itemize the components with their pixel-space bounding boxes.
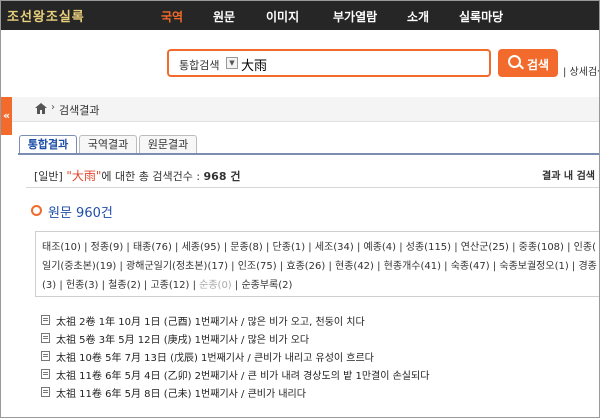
summary-category: [일반] — [34, 170, 63, 183]
result-link[interactable]: 太祖 10卷 5年 7月 13日 (戊辰) 1번째기사 / 큰비가 내리고 유성… — [56, 349, 374, 364]
home-icon[interactable] — [35, 103, 47, 114]
king-filter-box: 태조(10) | 정종(9) | 태종(76) | 세종(95) | 문종(8)… — [35, 231, 599, 297]
king-filter-row[interactable]: 태조(10) | 정종(9) | 태종(76) | 세종(95) | 문종(8)… — [42, 238, 596, 253]
nav-item-image[interactable]: 이미지 — [266, 8, 299, 25]
nav-item-sillok-madang[interactable]: 실록마당 — [459, 8, 503, 25]
document-icon — [41, 315, 50, 325]
search-icon — [508, 55, 521, 68]
search-scope-select[interactable]: 통합검색 — [179, 57, 219, 73]
summary-keyword: "大雨" — [66, 169, 102, 183]
detail-search-link[interactable]: | 상세검색 — [563, 63, 599, 78]
document-icon — [41, 351, 50, 361]
search-button-label: 검색 — [527, 58, 550, 72]
nav-item-translation[interactable]: 국역 — [161, 8, 183, 25]
result-link[interactable]: 太祖 11卷 6年 5月 4日 (乙卯) 2번째기사 / 큰 비가 내려 경상도… — [56, 367, 429, 382]
tabs-divider — [18, 153, 599, 155]
result-link[interactable]: 太祖 5卷 3年 5月 12日 (庚戌) 1번째기사 / 많은 비가 오다 — [56, 331, 309, 346]
chevron-right-icon: › — [51, 102, 55, 113]
section-title: 원문 960건 — [31, 202, 113, 221]
site-logo[interactable]: 조선왕조실록 — [7, 6, 85, 25]
tab-original-results[interactable]: 원문결과 — [139, 135, 197, 154]
document-icon — [41, 369, 50, 379]
section-title-text: 원문 960건 — [48, 206, 113, 221]
result-link[interactable]: 太祖 2卷 1年 10月 1日 (己酉) 1번째기사 / 많은 비가 오고, 천… — [56, 313, 365, 328]
document-icon — [41, 333, 50, 343]
breadcrumb-current: 검색결과 — [59, 104, 100, 117]
result-link[interactable]: 太祖 11卷 6年 5月 8日 (己未) 1번째기사 / 큰비가 내리다 — [56, 385, 306, 400]
king-filter-row[interactable]: 일기(중초본)(19) | 광해군일기(정초본)(17) | 인조(75) | … — [42, 257, 597, 272]
divider — [26, 187, 599, 188]
browser-frame: 조선왕조실록 국역 원문 이미지 부가열람 소개 실록마당 통합검색 ▼ 大雨 … — [0, 0, 600, 418]
summary-text: 에 대한 총 검색건수 : — [101, 170, 201, 183]
document-icon — [41, 387, 50, 397]
summary-count: 968 건 — [203, 170, 241, 183]
search-box: 통합검색 ▼ 大雨 — [167, 49, 491, 77]
sidebar-toggle-button[interactable]: « — [1, 97, 12, 135]
breadcrumb: › 검색결과 — [12, 97, 599, 122]
king-filter-text[interactable]: (3) | 헌종(3) | 철종(2) | 고종(12) | — [42, 280, 199, 291]
chevron-down-icon[interactable]: ▼ — [226, 57, 238, 69]
tab-integrated-results[interactable]: 통합결과 — [19, 135, 77, 154]
tab-translation-results[interactable]: 국역결과 — [79, 135, 137, 154]
nav-item-additional[interactable]: 부가열람 — [333, 8, 377, 25]
search-in-results-label[interactable]: 결과 내 검색 — [542, 167, 595, 182]
nav-item-original[interactable]: 원문 — [213, 8, 235, 25]
king-filter-text[interactable]: | 순종부록(2) — [232, 280, 293, 291]
circle-bullet-icon — [31, 205, 42, 216]
search-button[interactable]: 검색 — [498, 49, 558, 77]
king-filter-row[interactable]: (3) | 헌종(3) | 철종(2) | 고종(12) | 순종(0) | 순… — [42, 276, 292, 291]
search-summary: [일반] "大雨"에 대한 총 검색건수 : 968 건 — [34, 167, 240, 184]
top-navigation: 조선왕조실록 국역 원문 이미지 부가열람 소개 실록마당 — [1, 1, 599, 30]
nav-item-about[interactable]: 소개 — [407, 8, 429, 25]
search-input[interactable]: 大雨 — [241, 55, 267, 74]
king-filter-disabled: 순종(0) — [199, 280, 232, 291]
